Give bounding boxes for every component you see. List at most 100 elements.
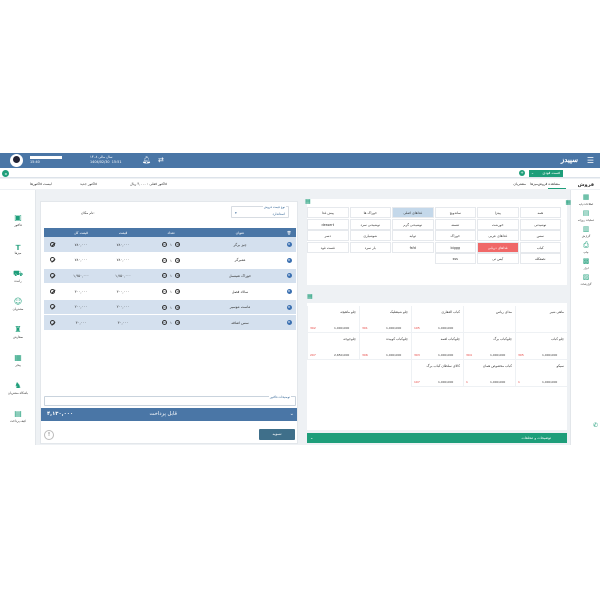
nav-tools[interactable]: ▩ ابزار xyxy=(571,258,600,271)
category-button[interactable]: sss xyxy=(434,253,476,264)
product-card[interactable]: سیکو 1,000,000 1 xyxy=(515,360,567,387)
category-button[interactable]: غذاهای اصلی xyxy=(392,207,434,218)
category-button[interactable]: سس xyxy=(519,230,561,241)
info-icon[interactable]: ! xyxy=(44,430,54,440)
swap-icon[interactable]: ⇄ xyxy=(158,156,164,164)
category-button[interactable]: biggg xyxy=(434,241,476,253)
product-card[interactable]: مدای ریاس xyxy=(463,306,515,333)
nav-club[interactable]: ♞ باشگاه مشتریان xyxy=(0,382,36,396)
ban-icon[interactable] xyxy=(49,257,55,263)
ban-icon[interactable] xyxy=(49,304,55,310)
category-button[interactable]: غذاهای عربی xyxy=(477,230,519,241)
row-qty[interactable]: ۱ xyxy=(170,274,172,278)
category-button[interactable]: خوراک ها xyxy=(349,207,391,218)
add-tab-button[interactable]: + xyxy=(519,170,525,176)
product-card[interactable]: کالای سلطان کباب برگ 1,000,000 107 xyxy=(411,360,463,387)
tab-tables[interactable]: میزها xyxy=(530,182,538,186)
product-card[interactable]: چلوجوجه 2,650,000 207 xyxy=(307,333,359,360)
category-button[interactable]: پیتزا xyxy=(477,207,519,218)
category-button[interactable]: نوشیدنی سرد xyxy=(349,218,391,230)
product-card[interactable]: چلو ماهیچه 1,000,000 302 xyxy=(307,306,359,333)
remove-row-button[interactable]: × xyxy=(286,257,292,263)
category-button[interactable]: کباب xyxy=(519,241,561,253)
category-button[interactable]: توابه xyxy=(392,230,434,241)
bell-icon[interactable]: 🔔︎ xyxy=(142,156,151,164)
product-card[interactable]: چلوکباب لقمه 1,000,000 303 xyxy=(411,333,463,360)
tab-fastfood[interactable]: ⌄ فست فودی xyxy=(529,170,563,177)
ban-icon[interactable] xyxy=(49,319,55,325)
category-button[interactable]: فست فود xyxy=(307,241,349,253)
category-button[interactable]: پیش غذا xyxy=(307,207,349,218)
product-card[interactable]: چلو کباب 1,000,000 305 xyxy=(515,333,567,360)
minus-button[interactable]: − xyxy=(161,289,167,295)
plus-button[interactable]: + xyxy=(175,257,181,263)
plus-button[interactable]: + xyxy=(175,304,181,310)
minus-button[interactable]: − xyxy=(161,257,167,263)
nav-invoice[interactable]: ▣ فاکتور xyxy=(0,214,36,228)
grid-icon[interactable]: ▦ xyxy=(565,199,571,206)
nav-report[interactable]: ▥ گزارش xyxy=(571,226,600,239)
plus-button[interactable]: + xyxy=(175,289,181,295)
remove-row-button[interactable]: × xyxy=(286,320,292,326)
minus-button[interactable]: − xyxy=(161,273,167,279)
invoice-notes-input[interactable]: توضیحات فاکتور xyxy=(44,394,296,406)
category-button[interactable]: خوراک xyxy=(434,230,476,241)
row-qty[interactable]: ۱ xyxy=(170,259,172,263)
ban-icon[interactable] xyxy=(49,288,55,294)
remove-row-button[interactable]: × xyxy=(286,289,292,295)
nav-tables[interactable]: ╥ میزها xyxy=(0,242,36,256)
invoice-list-button[interactable]: لیست فاکتورها xyxy=(30,182,52,186)
chevron-down-icon[interactable]: ⌄ xyxy=(531,170,534,177)
remove-row-button[interactable]: × xyxy=(286,273,292,279)
category-button[interactable]: ساندویچ xyxy=(434,207,476,218)
nav-print[interactable]: ⎙ چاپ xyxy=(571,242,600,255)
nav-base-info[interactable]: ▦ اطلاعات پایه xyxy=(571,194,600,207)
phone-icon[interactable]: ✆ xyxy=(593,422,598,429)
row-qty[interactable]: ۱ xyxy=(170,290,172,294)
minus-button[interactable]: − xyxy=(161,304,167,310)
ban-icon[interactable] xyxy=(49,272,55,278)
plus-button[interactable]: + xyxy=(175,273,181,279)
category-button[interactable]: دسر xyxy=(307,230,349,241)
category-button[interactable]: غذاهای دریایی xyxy=(477,241,519,253)
category-button[interactable]: خورشت xyxy=(477,218,519,230)
remove-row-button[interactable]: × xyxy=(286,242,292,248)
plus-button[interactable]: + xyxy=(175,320,181,326)
grid-icon[interactable]: ▦ xyxy=(307,293,313,300)
row-qty[interactable]: ۱ xyxy=(170,321,172,325)
ban-icon[interactable] xyxy=(49,241,55,247)
grid-icon[interactable]: ▦ xyxy=(305,198,311,205)
product-card[interactable]: چلو شیشلیک 1,000,000 301 xyxy=(359,306,411,333)
nav-order[interactable]: ♜ سفارش xyxy=(0,326,36,340)
remove-row-button[interactable]: × xyxy=(286,304,292,310)
category-button[interactable]: fsfd xyxy=(392,241,434,253)
chevron-down-icon[interactable]: ⌄ xyxy=(310,435,313,440)
minus-button[interactable]: − xyxy=(161,242,167,248)
category-button[interactable]: نوشیدنی گرم xyxy=(392,218,434,230)
settle-button[interactable]: تسویه xyxy=(259,429,295,440)
nav-pager[interactable]: ▦ پیجر xyxy=(0,354,36,368)
new-invoice-button[interactable]: فاکتور جدید xyxy=(80,182,97,186)
chevron-down-icon[interactable]: ⌄ xyxy=(290,411,294,417)
product-card[interactable]: کباب الفقاری 1,000,000 105 xyxy=(411,306,463,333)
product-card[interactable]: کباب مخصوص همان 1,000,000 1 xyxy=(463,360,515,387)
row-qty[interactable]: ۱ xyxy=(170,306,172,310)
avatar[interactable] xyxy=(10,154,23,167)
category-button[interactable]: نصفکله xyxy=(519,253,561,264)
category-button[interactable]: dessert xyxy=(307,218,349,230)
price-type-select[interactable]: نوع قیمت فروش استاندارد ▾ xyxy=(231,205,289,218)
nav-daily-ops[interactable]: ▤ عملیات روزانه xyxy=(571,210,600,223)
category-button[interactable]: شوشیاری xyxy=(349,230,391,241)
trash-icon[interactable]: 🗑︎ xyxy=(282,228,296,237)
hamburger-icon[interactable]: ☰ xyxy=(587,156,594,165)
tab-view-sales[interactable]: مشاهده فروش xyxy=(538,182,560,186)
product-card[interactable]: چلوکباب برگ 1,000,000 304 xyxy=(463,333,515,360)
product-card[interactable]: ماهی شیر xyxy=(515,306,567,333)
plus-button[interactable]: + xyxy=(175,242,181,248)
nav-wallet[interactable]: ▤ کیف پرداخت xyxy=(0,410,36,424)
nav-driver[interactable]: ⛟ راننده xyxy=(0,270,36,284)
category-button[interactable]: تنسنه xyxy=(434,218,476,230)
pin-icon[interactable]: ◂ xyxy=(2,170,9,177)
nav-customers[interactable]: ☺ مشتریان xyxy=(0,298,36,312)
category-button[interactable]: آیس تی xyxy=(477,253,519,264)
